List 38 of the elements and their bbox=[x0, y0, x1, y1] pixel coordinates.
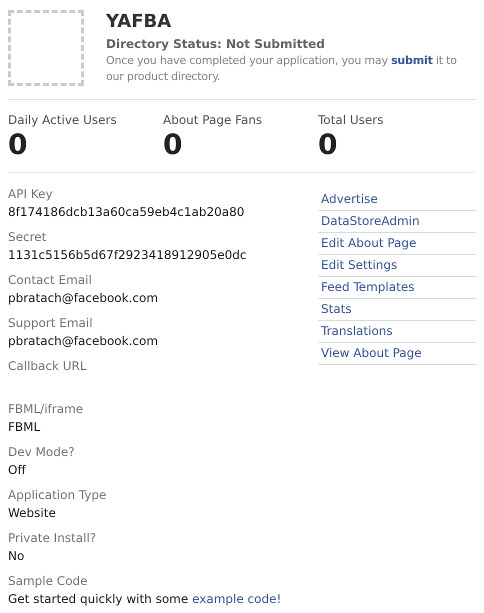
sidebar-link[interactable]: Edit About Page bbox=[318, 233, 476, 255]
sidebar-link[interactable]: Edit Settings bbox=[318, 255, 476, 277]
field-label: Sample Code bbox=[8, 573, 89, 590]
field-label: Application Type bbox=[8, 487, 108, 504]
stat-value: 0 bbox=[318, 128, 338, 162]
sidebar-link[interactable]: Stats bbox=[318, 299, 476, 321]
field-value: pbratach@facebook.com bbox=[8, 333, 160, 350]
submit-link[interactable]: submit bbox=[391, 54, 433, 67]
field-label: Private Install? bbox=[8, 530, 98, 547]
field-value: Get started quickly with some example code! bbox=[8, 591, 282, 608]
field-label: API Key bbox=[8, 186, 54, 203]
field-value: pbratach@facebook.com bbox=[8, 290, 160, 307]
field-label: Callback URL bbox=[8, 358, 88, 375]
sidebar-link[interactable]: DataStoreAdmin bbox=[318, 211, 476, 233]
stat-value: 0 bbox=[8, 128, 28, 162]
field-value: No bbox=[8, 548, 26, 565]
stat-label: Total Users bbox=[318, 112, 384, 128]
example-code-link[interactable]: example code! bbox=[192, 592, 282, 606]
field-label: Dev Mode? bbox=[8, 444, 76, 461]
field-label: Secret bbox=[8, 229, 48, 246]
stat-label: About Page Fans bbox=[163, 112, 264, 128]
field-value: Website bbox=[8, 505, 57, 522]
field-value: 8f174186dcb13a60ca59eb4c1ab20a80 bbox=[8, 204, 246, 221]
stat-value: 0 bbox=[163, 128, 184, 162]
field-label: Support Email bbox=[8, 315, 94, 332]
field-label: FBML/iframe bbox=[8, 401, 84, 418]
directory-note: Once you have completed your application, you may submit it to our product directory. bbox=[106, 53, 458, 85]
directory-status: Directory Status: Not Submitted bbox=[106, 36, 326, 53]
stat-label: Daily Active Users bbox=[8, 112, 118, 128]
sidebar-link[interactable]: Feed Templates bbox=[318, 277, 476, 299]
field-label: Contact Email bbox=[8, 272, 93, 289]
sidebar-link[interactable]: View About Page bbox=[318, 343, 476, 365]
field-value: FBML bbox=[8, 419, 42, 436]
sidebar-link[interactable]: Advertise bbox=[318, 189, 476, 211]
app-name: YAFBA bbox=[106, 11, 172, 33]
sidebar-link[interactable]: Translations bbox=[318, 321, 476, 343]
field-value: Off bbox=[8, 462, 27, 479]
field-value: 1131c5156b5d67f2923418912905e0dc bbox=[8, 247, 248, 264]
